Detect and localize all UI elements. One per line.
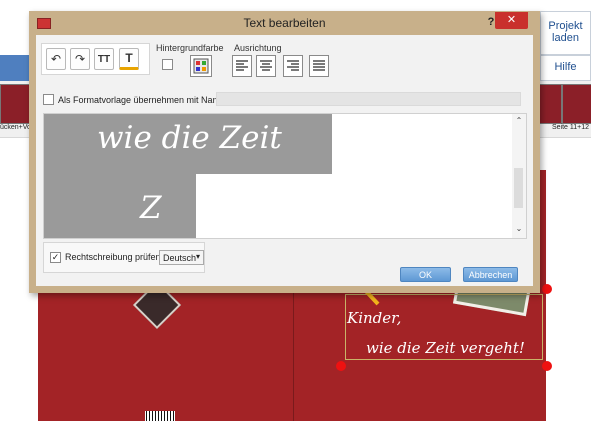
scrollbar-thumb[interactable] <box>514 168 523 208</box>
font-size-button[interactable]: TT <box>94 48 114 70</box>
background-color-picker-button[interactable] <box>190 55 212 77</box>
format-template-name-input[interactable] <box>216 92 521 106</box>
edit-tools-group: ↶ ↷ TT T <box>41 43 150 75</box>
ok-button[interactable]: OK <box>400 267 451 282</box>
text-selection-highlight-2 <box>44 174 196 238</box>
spellcheck-group: ✓ Rechtschreibung prüfen Deutsch ▾ <box>43 242 205 273</box>
language-select-value: Deutsch <box>163 253 197 263</box>
dialog-title: Text bearbeiten <box>243 16 326 30</box>
color-picker-icon <box>193 58 209 74</box>
format-template-label: Als Formatvorlage übernehmen mit Namen: <box>58 95 233 105</box>
scroll-up-icon[interactable]: ⌃ <box>512 116 526 125</box>
format-template-checkbox[interactable] <box>43 94 54 105</box>
redo-button[interactable]: ↷ <box>70 48 90 70</box>
align-left-icon <box>236 60 248 71</box>
undo-button[interactable]: ↶ <box>46 48 66 70</box>
align-left-button[interactable] <box>232 55 252 77</box>
dialog-body: ↶ ↷ TT T Hintergrundfarbe Ausrichtung Al… <box>36 35 533 286</box>
align-justify-button[interactable] <box>309 55 329 77</box>
chevron-down-icon: ▾ <box>195 252 200 261</box>
alignment-label: Ausrichtung <box>234 43 282 53</box>
spellcheck-label: Rechtschreibung prüfen <box>65 252 161 262</box>
editor-text-line2: Z <box>140 190 162 226</box>
editor-scrollbar[interactable]: ⌃ ⌄ <box>512 114 526 238</box>
align-center-button[interactable] <box>256 55 276 77</box>
text-editor[interactable]: wie die Zeit Z ⌃ ⌄ <box>43 113 527 239</box>
align-right-icon <box>287 60 299 71</box>
dialog-titlebar[interactable]: Text bearbeiten ? ✕ <box>29 11 540 35</box>
align-center-icon <box>260 60 272 71</box>
background-color-label: Hintergrundfarbe <box>156 43 224 53</box>
dialog-close-button[interactable]: ✕ <box>495 12 528 29</box>
spellcheck-checkbox[interactable]: ✓ <box>50 252 61 263</box>
text-edit-dialog: Text bearbeiten ? ✕ ↶ ↷ TT T Hintergrund… <box>29 11 540 293</box>
cancel-button[interactable]: Abbrechen <box>463 267 518 282</box>
background-color-checkbox[interactable] <box>162 59 173 70</box>
language-select[interactable]: Deutsch ▾ <box>159 250 204 265</box>
editor-text-line1: wie die Zeit <box>97 120 282 156</box>
align-justify-icon <box>313 60 325 71</box>
font-color-button[interactable]: T <box>119 48 139 70</box>
scroll-down-icon[interactable]: ⌄ <box>512 224 526 233</box>
align-right-button[interactable] <box>283 55 303 77</box>
